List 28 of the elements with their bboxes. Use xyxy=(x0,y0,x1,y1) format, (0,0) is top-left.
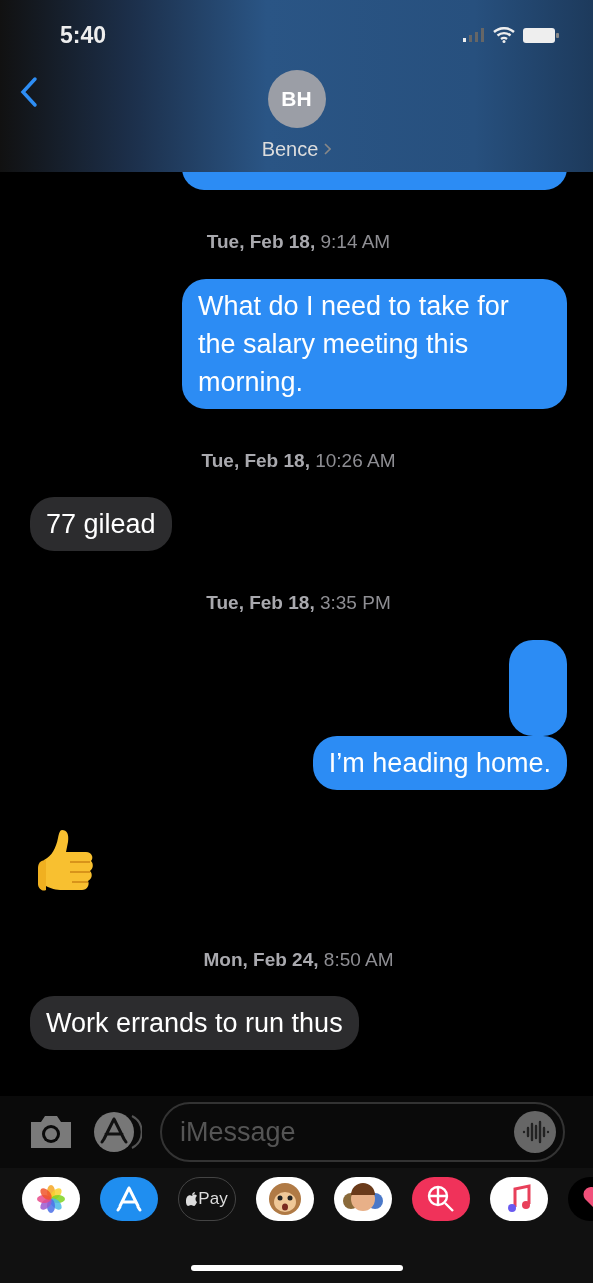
message-field[interactable]: iMessage xyxy=(160,1102,565,1162)
message-bubble[interactable]: What do I need to take for the salary meeting this morning. xyxy=(182,278,567,409)
apple-pay-button[interactable]: Pay xyxy=(178,1177,236,1221)
camera-icon[interactable] xyxy=(28,1114,74,1150)
monkey-icon[interactable] xyxy=(256,1177,314,1221)
timestamp: Mon, Feb 24, 8:50 AM xyxy=(202,947,395,972)
status-time: 5:40 xyxy=(60,20,107,50)
signal-icon xyxy=(463,28,485,42)
music-note-icon[interactable] xyxy=(490,1177,548,1221)
avatar-group-icon[interactable] xyxy=(334,1177,392,1221)
empty-message-bubble[interactable] xyxy=(182,172,567,190)
message-bubble[interactable]: 77 gilead xyxy=(30,497,172,551)
empty-message-bubble[interactable] xyxy=(509,639,567,736)
chevron-icon xyxy=(324,143,332,155)
back-button[interactable] xyxy=(20,76,38,108)
wifi-icon xyxy=(493,27,515,43)
message-bubble[interactable]: I’m heading home. xyxy=(312,735,567,790)
photos-icon[interactable] xyxy=(22,1177,80,1221)
globe-search-icon[interactable] xyxy=(412,1177,470,1221)
audio-wave-icon[interactable] xyxy=(513,1110,557,1154)
timestamp: Tue, Feb 18, 3:35 PM xyxy=(205,591,392,615)
message-bubble[interactable]: Work errands to run thus xyxy=(30,996,359,1050)
app-store-icon[interactable] xyxy=(100,1177,158,1221)
battery-icon xyxy=(523,27,559,43)
apple-logo-icon xyxy=(186,1192,199,1206)
contact-name[interactable]: Bence xyxy=(261,134,332,164)
timestamp: Tue, Feb 18, 10:26 AM xyxy=(200,448,397,473)
timestamp: Tue, Feb 18, 9:14 AM xyxy=(205,230,392,254)
